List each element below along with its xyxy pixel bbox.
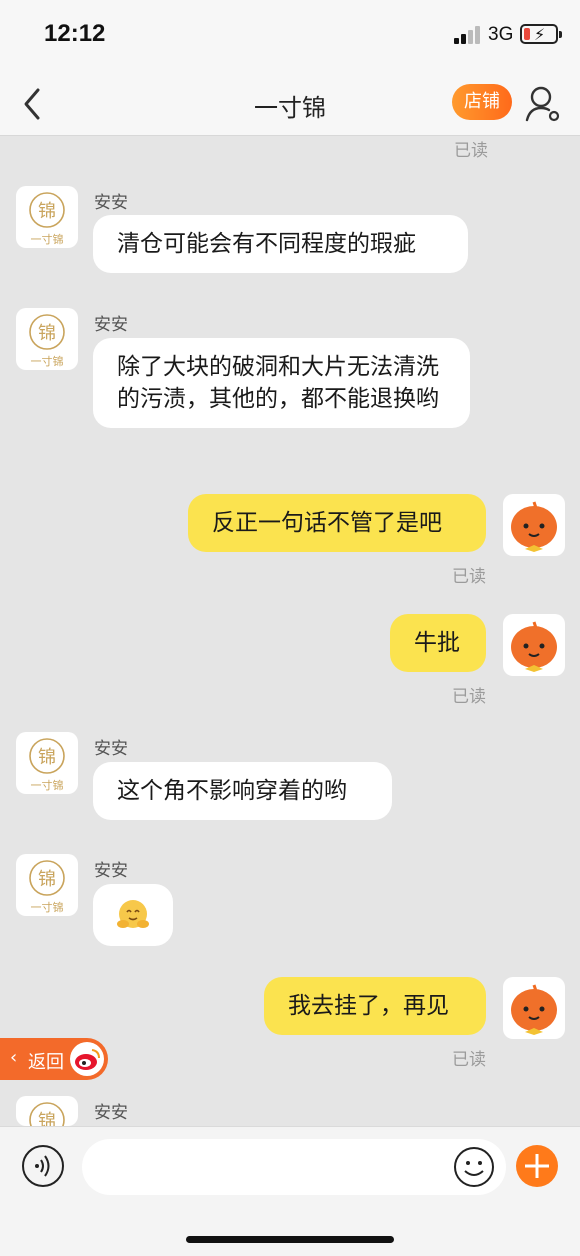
signal-icon — [454, 26, 482, 44]
voice-icon — [35, 1155, 50, 1177]
message-bubble[interactable]: 反正一句话不管了是吧 — [188, 494, 486, 552]
svg-text:锦: 锦 — [38, 869, 56, 890]
shop-avatar[interactable]: 锦 一寸锦 — [16, 186, 78, 248]
read-status: 已读 — [452, 687, 486, 707]
weibo-icon — [70, 1042, 104, 1076]
nav-bar: 一寸锦 店铺 — [0, 72, 580, 136]
shop-avatar[interactable]: 锦 — [16, 1096, 78, 1126]
message-bubble[interactable]: 清仓可能会有不同程度的瑕疵 — [93, 215, 468, 273]
read-status: 已读 — [454, 141, 488, 161]
status-time: 12:12 — [44, 20, 106, 47]
add-more-button[interactable] — [516, 1145, 558, 1187]
user-settings-icon — [525, 86, 560, 122]
message-bubble[interactable]: 我去挂了，再见 — [264, 977, 486, 1035]
shop-avatar[interactable]: 锦 一寸锦 — [16, 308, 78, 370]
svg-text:一寸锦: 一寸锦 — [31, 778, 64, 792]
profile-settings-button[interactable] — [524, 84, 562, 124]
battery-icon: ⚡ — [520, 24, 562, 44]
svg-text:一寸锦: 一寸锦 — [31, 900, 64, 914]
read-status: 已读 — [452, 567, 486, 587]
shop-button[interactable]: 店铺 — [452, 84, 512, 120]
shop-logo-icon: 锦 一寸锦 — [29, 192, 65, 246]
smiley-face-icon — [454, 1147, 494, 1187]
svg-text:锦: 锦 — [38, 747, 56, 768]
shop-logo-icon: 锦 一寸锦 — [29, 860, 65, 914]
orange-mascot-icon — [511, 621, 557, 672]
svg-text:锦: 锦 — [38, 1111, 56, 1126]
plus-icon — [525, 1154, 549, 1178]
shop-logo-icon: 锦 一寸锦 — [29, 738, 65, 792]
orange-mascot-icon — [511, 984, 557, 1035]
my-avatar[interactable] — [503, 494, 565, 556]
my-avatar[interactable] — [503, 977, 565, 1039]
shop-logo-icon: 锦 — [29, 1102, 65, 1126]
shop-logo-icon: 锦 一寸锦 — [29, 314, 65, 368]
network-type: 3G — [488, 24, 514, 45]
svg-text:一寸锦: 一寸锦 — [31, 232, 64, 246]
message-bubble[interactable]: 牛批 — [390, 614, 486, 672]
shop-avatar[interactable]: 锦 一寸锦 — [16, 732, 78, 794]
sender-name: 安安 — [94, 1103, 128, 1123]
svg-text:一寸锦: 一寸锦 — [31, 354, 64, 368]
svg-text:锦: 锦 — [38, 323, 56, 344]
shop-avatar[interactable]: 锦 一寸锦 — [16, 854, 78, 916]
sender-name: 安安 — [94, 315, 128, 335]
sender-name: 安安 — [94, 193, 128, 213]
message-bubble[interactable]: 这个角不影响穿着的哟 — [93, 762, 392, 820]
home-indicator — [186, 1236, 394, 1243]
message-bubble[interactable]: 除了大块的破洞和大片无法清洗的污渍，其他的，都不能退换哟 — [93, 338, 470, 428]
return-button[interactable]: ‹ 返回 — [0, 1038, 108, 1080]
emoji-button[interactable] — [452, 1145, 496, 1189]
return-label: 返回 — [28, 1052, 64, 1073]
read-status: 已读 — [452, 1050, 486, 1070]
svg-text:锦: 锦 — [38, 201, 56, 222]
chevron-left-icon: ‹ — [10, 1047, 18, 1068]
sender-name: 安安 — [94, 861, 128, 881]
orange-mascot-icon — [511, 501, 557, 552]
voice-input-button[interactable] — [22, 1145, 64, 1187]
hugging-face-icon — [117, 900, 149, 928]
my-avatar[interactable] — [503, 614, 565, 676]
sender-name: 安安 — [94, 739, 128, 759]
sticker-bubble[interactable] — [93, 884, 173, 946]
status-bar: 12:12 3G ⚡ — [0, 0, 580, 72]
message-input[interactable] — [82, 1139, 506, 1195]
